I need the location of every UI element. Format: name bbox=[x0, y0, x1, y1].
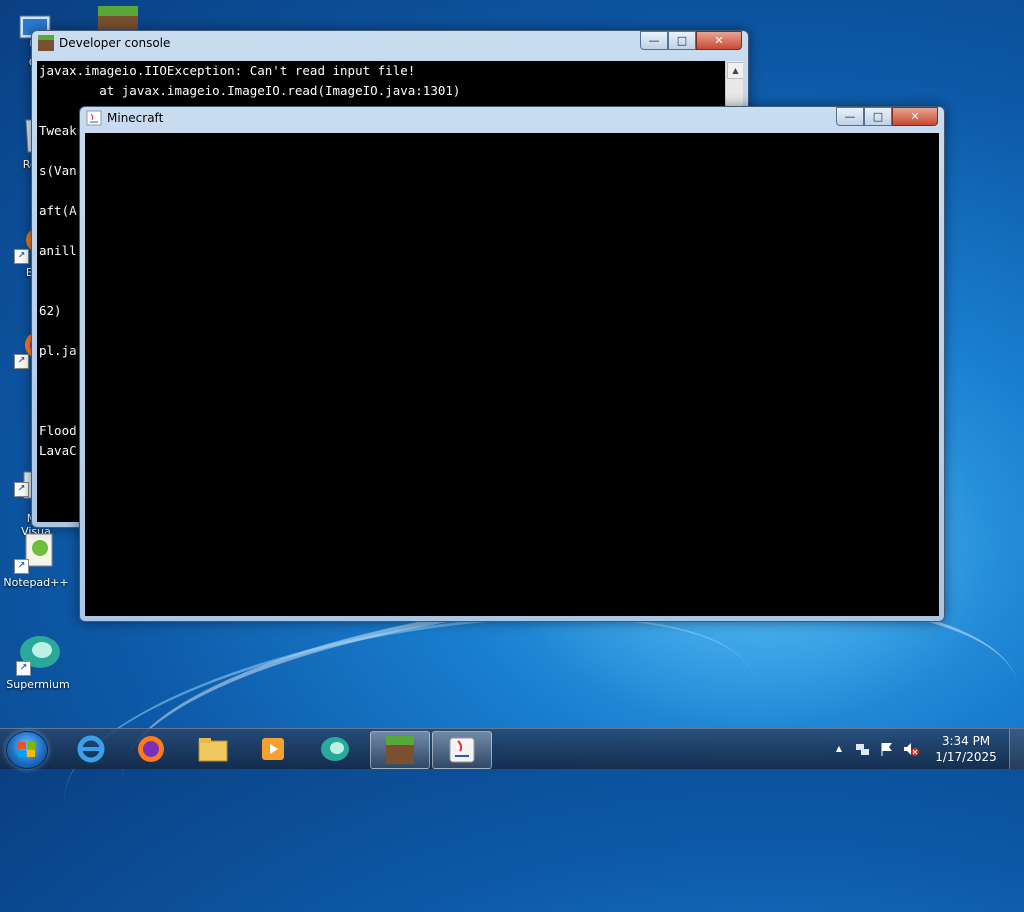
taskbar-file-explorer[interactable] bbox=[184, 731, 242, 767]
taskbar-minecraft[interactable] bbox=[370, 731, 430, 769]
taskbar-supermium[interactable] bbox=[306, 731, 364, 767]
taskbar-firefox[interactable] bbox=[122, 731, 180, 767]
close-button[interactable]: ✕ bbox=[892, 107, 938, 126]
network-icon[interactable] bbox=[855, 741, 871, 757]
taskbar-java[interactable] bbox=[432, 731, 492, 769]
console-titlebar[interactable]: Developer console — □ ✕ bbox=[32, 31, 748, 55]
notepad-plus-plus-icon: ↗ bbox=[14, 530, 58, 574]
java-icon bbox=[86, 110, 102, 126]
console-line: Tweak bbox=[39, 123, 77, 138]
volume-muted-icon[interactable] bbox=[903, 741, 919, 757]
taskbar-media-player[interactable] bbox=[244, 731, 302, 767]
clock-time: 3:34 PM bbox=[941, 734, 991, 748]
clock-date: 1/17/2025 bbox=[935, 750, 997, 764]
show-hidden-icons-button[interactable]: ▲ bbox=[831, 741, 847, 757]
console-line: anill bbox=[39, 243, 77, 258]
start-button[interactable] bbox=[6, 731, 48, 769]
desktop-icon-label: Notepad++ bbox=[3, 576, 69, 589]
close-button[interactable]: ✕ bbox=[696, 31, 742, 50]
maximize-button[interactable]: □ bbox=[864, 107, 892, 126]
window-title: Developer console bbox=[59, 36, 171, 50]
window-title: Minecraft bbox=[107, 111, 164, 125]
taskbar-clock[interactable]: 3:34 PM 1/17/2025 bbox=[931, 733, 1001, 765]
console-line: at javax.imageio.ImageIO.read(ImageIO.ja… bbox=[39, 83, 461, 98]
firefox-icon bbox=[138, 736, 164, 762]
shortcut-arrow-icon: ↗ bbox=[14, 249, 29, 264]
minimize-button[interactable]: — bbox=[640, 31, 668, 50]
desktop-icon-notepad-plus-plus[interactable]: ↗ Notepad++ bbox=[0, 530, 72, 589]
desktop-icon-supermium[interactable]: ↗ Supermium bbox=[2, 632, 74, 691]
maximize-button[interactable]: □ bbox=[668, 31, 696, 50]
desktop-icon-label: Supermium bbox=[6, 678, 70, 691]
scroll-up-arrow-icon[interactable]: ▲ bbox=[727, 62, 743, 79]
console-line: pl.ja bbox=[39, 343, 77, 358]
minecraft-window[interactable]: Minecraft — □ ✕ bbox=[79, 106, 945, 622]
windows-logo-icon bbox=[18, 742, 35, 757]
minecraft-titlebar[interactable]: Minecraft — □ ✕ bbox=[80, 107, 944, 129]
supermium-icon bbox=[321, 737, 349, 761]
shortcut-arrow-icon: ↗ bbox=[14, 354, 29, 369]
minimize-button[interactable]: — bbox=[836, 107, 864, 126]
console-line: javax.imageio.IIOException: Can't read i… bbox=[39, 63, 416, 78]
shortcut-arrow-icon: ↗ bbox=[14, 482, 29, 497]
game-canvas[interactable] bbox=[85, 133, 939, 616]
console-line: aft(A bbox=[39, 203, 77, 218]
console-line: s(Van bbox=[39, 163, 77, 178]
java-icon bbox=[449, 737, 475, 763]
media-player-icon bbox=[262, 738, 284, 760]
shortcut-arrow-icon: ↗ bbox=[14, 559, 29, 574]
folder-icon bbox=[198, 738, 228, 762]
taskbar-internet-explorer[interactable] bbox=[62, 731, 120, 767]
system-tray: ▲ 3:34 PM 1/17/2025 bbox=[827, 729, 1024, 769]
minecraft-icon bbox=[38, 35, 54, 51]
taskbar: ▲ 3:34 PM 1/17/2025 bbox=[0, 728, 1024, 769]
show-desktop-button[interactable] bbox=[1009, 729, 1024, 769]
minecraft-icon bbox=[386, 736, 414, 764]
console-line: Flood bbox=[39, 423, 77, 438]
supermium-icon: ↗ bbox=[16, 632, 60, 676]
console-line: LavaC bbox=[39, 443, 77, 458]
console-line: 62) bbox=[39, 303, 62, 318]
action-center-flag-icon[interactable] bbox=[879, 741, 895, 757]
internet-explorer-icon bbox=[77, 735, 105, 763]
shortcut-arrow-icon: ↗ bbox=[16, 661, 31, 676]
